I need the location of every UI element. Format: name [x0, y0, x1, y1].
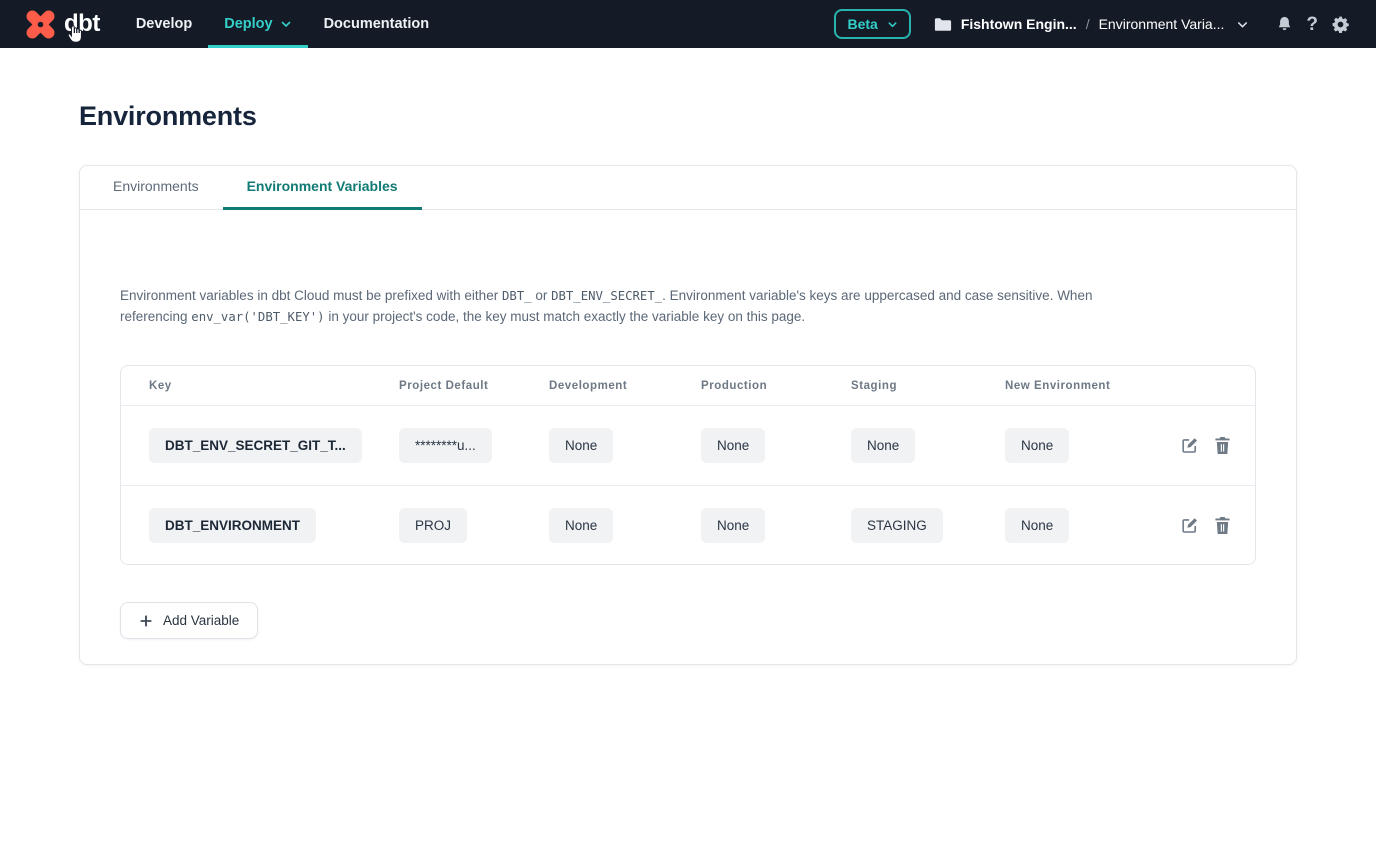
variable-key-pill: DBT_ENV_SECRET_GIT_T... [149, 428, 362, 463]
folder-icon [934, 17, 952, 32]
code-span: DBT_ [502, 289, 532, 303]
text-span: Environment variables in dbt Cloud must … [120, 288, 502, 303]
variable-value-pill: None [549, 508, 613, 543]
breadcrumb[interactable]: Fishtown Engin... / Environment Varia... [934, 16, 1250, 32]
top-navbar: dbt Develop Deploy Documentation Beta [0, 0, 1376, 48]
card-body: Environment variables in dbt Cloud must … [80, 210, 1296, 664]
help-icon: ? [1306, 15, 1318, 34]
table-cell: ********u... [399, 428, 549, 463]
beta-label: Beta [847, 16, 877, 32]
variable-value-pill: STAGING [851, 508, 943, 543]
edit-icon [1180, 436, 1199, 455]
table-cell: None [1005, 508, 1180, 543]
code-span: env_var('DBT_KEY') [191, 310, 324, 324]
plus-icon [139, 614, 153, 628]
column-header: New Environment [1005, 380, 1231, 392]
tab-bar: Environments Environment Variables [80, 166, 1296, 210]
breadcrumb-page: Environment Varia... [1099, 16, 1225, 32]
variable-value-pill: None [1005, 508, 1069, 543]
row-actions [1180, 516, 1231, 535]
column-header: Staging [851, 380, 1005, 392]
table-header-row: KeyProject DefaultDevelopmentProductionS… [121, 366, 1255, 406]
variable-value-pill: None [1005, 428, 1069, 463]
nav-item-label: Develop [136, 16, 192, 32]
environments-card: Environments Environment Variables Envir… [79, 165, 1297, 665]
table-cell: None [549, 428, 701, 463]
nav-item-develop[interactable]: Develop [120, 0, 208, 48]
beta-dropdown[interactable]: Beta [834, 9, 910, 39]
delete-variable-button[interactable] [1214, 436, 1231, 455]
table-row: DBT_ENVIRONMENT PROJ None None STAGING None [121, 485, 1255, 564]
dbt-logo[interactable]: dbt [0, 0, 120, 48]
row-actions [1180, 436, 1231, 455]
text-span: or [532, 288, 552, 303]
add-variable-button[interactable]: Add Variable [120, 602, 258, 639]
nav-item-documentation[interactable]: Documentation [308, 0, 446, 48]
table-cell: None [701, 508, 851, 543]
help-button[interactable]: ? [1306, 15, 1318, 34]
variable-value-pill: None [549, 428, 613, 463]
column-header: Project Default [399, 380, 549, 392]
table-cell: None [549, 508, 701, 543]
text-span: in your project's code, the key must mat… [325, 309, 806, 324]
edit-variable-button[interactable] [1180, 436, 1199, 455]
chevron-down-icon [887, 19, 898, 30]
variable-value-pill: None [701, 428, 765, 463]
variable-value-pill: ********u... [399, 428, 492, 463]
variable-value-pill: None [701, 508, 765, 543]
tab-environment-variables[interactable]: Environment Variables [223, 166, 422, 210]
bell-icon [1276, 15, 1293, 33]
table-cell: None [1005, 428, 1180, 463]
table-cell: None [701, 428, 851, 463]
trash-icon [1214, 436, 1231, 455]
gear-icon [1331, 15, 1350, 34]
table-cell: None [851, 428, 1005, 463]
nav-item-label: Deploy [224, 16, 272, 32]
nav-item-label: Documentation [324, 16, 430, 32]
column-header: Development [549, 380, 701, 392]
dbt-wordmark: dbt [64, 12, 100, 36]
delete-variable-button[interactable] [1214, 516, 1231, 535]
notifications-button[interactable] [1276, 15, 1293, 33]
table-cell: PROJ [399, 508, 549, 543]
trash-icon [1214, 516, 1231, 535]
column-header: Key [149, 380, 399, 392]
edit-variable-button[interactable] [1180, 516, 1199, 535]
edit-icon [1180, 516, 1199, 535]
environment-variables-table: KeyProject DefaultDevelopmentProductionS… [120, 365, 1256, 565]
settings-button[interactable] [1331, 15, 1350, 34]
chevron-down-icon [1236, 18, 1249, 31]
breadcrumb-project: Fishtown Engin... [961, 16, 1077, 32]
add-variable-label: Add Variable [163, 613, 239, 628]
page-description: Environment variables in dbt Cloud must … [120, 286, 1160, 327]
page-title: Environments [79, 101, 1376, 132]
table-cell: DBT_ENV_SECRET_GIT_T... [149, 428, 399, 463]
table-cell: DBT_ENVIRONMENT [149, 508, 399, 543]
column-header: Production [701, 380, 851, 392]
nav-item-deploy[interactable]: Deploy [208, 0, 307, 48]
tab-environments[interactable]: Environments [89, 166, 223, 210]
main-content: Environments Environments Environment Va… [0, 101, 1376, 665]
dbt-logo-icon [22, 6, 59, 43]
table-row: DBT_ENV_SECRET_GIT_T... ********u... None N… [121, 406, 1255, 485]
navbar-left: dbt Develop Deploy Documentation [0, 0, 445, 48]
variable-value-pill: PROJ [399, 508, 467, 543]
variable-value-pill: None [851, 428, 915, 463]
navbar-right: Beta Fishtown Engin... / Environment Var… [834, 0, 1350, 48]
table-body: DBT_ENV_SECRET_GIT_T... ********u... None N… [121, 406, 1255, 564]
code-span: DBT_ENV_SECRET_ [551, 289, 662, 303]
chevron-down-icon [280, 18, 292, 30]
main-nav: Develop Deploy Documentation [120, 0, 445, 48]
breadcrumb-separator: / [1086, 16, 1090, 32]
variable-key-pill: DBT_ENVIRONMENT [149, 508, 316, 543]
table-cell: STAGING [851, 508, 1005, 543]
